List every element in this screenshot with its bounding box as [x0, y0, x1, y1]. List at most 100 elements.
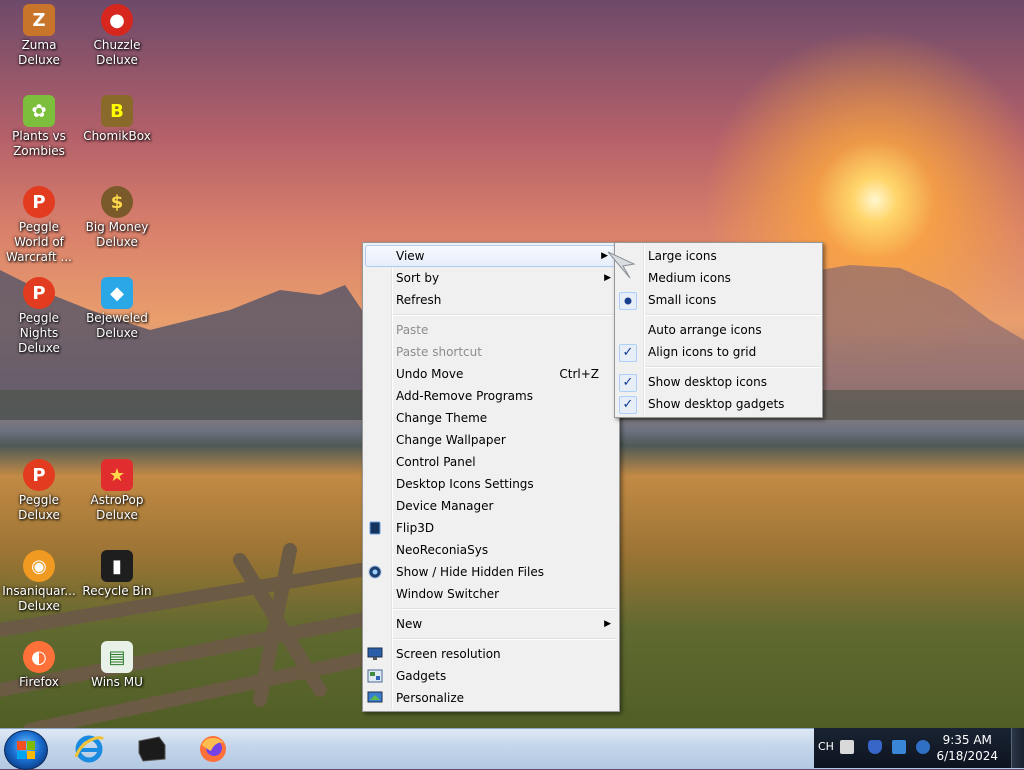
show-desktop-button[interactable]	[1011, 728, 1024, 768]
menu-item-flip3d-label: Flip3D	[396, 521, 435, 535]
clock-date: 6/18/2024	[936, 749, 998, 763]
desktop-icon[interactable]: ◉ Insaniquar... Deluxe	[0, 550, 78, 614]
peggle-icon: P	[23, 186, 55, 218]
desktop-icon-label: Zuma Deluxe	[18, 38, 60, 67]
menu-separator	[393, 608, 617, 610]
menu-item-refresh[interactable]: Refresh	[363, 289, 619, 311]
security-shield-icon[interactable]	[868, 740, 882, 754]
taskbar-firefox[interactable]	[192, 731, 234, 767]
menu-item-view-label: View	[396, 249, 425, 263]
menu-item-paste-shortcut: Paste shortcut	[363, 341, 619, 363]
menu-item-screen-resolution[interactable]: Screen resolution	[363, 643, 619, 665]
gadgets-icon	[367, 668, 383, 684]
menu-item-undo-move-label: Undo Move	[396, 367, 464, 381]
desktop-icon[interactable]: ◐ Firefox	[0, 641, 78, 690]
submenu-arrow-icon: ▶	[604, 619, 611, 629]
desktop-icon-label: Big Money Deluxe	[85, 220, 149, 249]
menu-item-show-hide-hidden-files[interactable]: Show / Hide Hidden Files	[363, 561, 619, 583]
document-icon: ▤	[101, 641, 133, 673]
menu-item-neoreconiasys[interactable]: NeoReconiaSys	[363, 539, 619, 561]
medium-icons-label: Medium icons	[648, 271, 731, 285]
menu-item-gadgets[interactable]: Gadgets	[363, 665, 619, 687]
network-icon[interactable]	[892, 740, 906, 754]
desktop-icon[interactable]: ★ AstroPop Deluxe	[78, 459, 156, 523]
submenu-item-medium-icons[interactable]: Medium icons	[615, 267, 822, 289]
internet-explorer-icon	[74, 735, 105, 763]
menu-item-screen-resolution-label: Screen resolution	[396, 647, 501, 661]
menu-item-view[interactable]: View ▶	[365, 245, 617, 267]
taskbar-internet-explorer[interactable]	[68, 731, 110, 767]
submenu-item-auto-arrange[interactable]: Auto arrange icons	[615, 319, 822, 341]
desktop-icon-label: Insaniquar... Deluxe	[2, 584, 76, 613]
desktop-icon[interactable]: B ChomikBox	[78, 95, 156, 144]
checkmark-icon: ✓	[619, 344, 637, 362]
desktop-icon-label: Bejeweled Deluxe	[86, 311, 148, 340]
menu-item-window-switcher[interactable]: Window Switcher	[363, 583, 619, 605]
checkmark-icon: ✓	[619, 374, 637, 392]
menu-item-undo-move[interactable]: Undo Move Ctrl+Z	[363, 363, 619, 385]
menu-item-change-wallpaper-label: Change Wallpaper	[396, 433, 506, 447]
menu-item-refresh-label: Refresh	[396, 293, 442, 307]
keyboard-icon[interactable]	[840, 740, 854, 754]
language-indicator[interactable]: CH	[818, 740, 834, 753]
desktop-icon-label: Peggle World of Warcraft ...	[6, 220, 72, 264]
clock[interactable]: 9:35 AM 6/18/2024	[936, 732, 998, 764]
menu-item-new[interactable]: New ▶	[363, 613, 619, 635]
large-icons-label: Large icons	[648, 249, 717, 263]
desktop-icon[interactable]: ● Chuzzle Deluxe	[78, 4, 156, 68]
desktop-icon[interactable]: P Peggle Nights Deluxe	[0, 277, 78, 356]
menu-item-sort-by-label: Sort by	[396, 271, 440, 285]
menu-item-new-label: New	[396, 617, 423, 631]
clock-time: 9:35 AM	[942, 733, 992, 747]
desktop-context-menu: View ▶ Sort by ▶ Refresh Paste Paste sho…	[362, 242, 620, 712]
auto-arrange-label: Auto arrange icons	[648, 323, 762, 337]
menu-item-control-panel[interactable]: Control Panel	[363, 451, 619, 473]
hidden-files-icon	[367, 564, 383, 580]
menu-item-desktop-icons-settings-label: Desktop Icons Settings	[396, 477, 534, 491]
desktop-icon-label: AstroPop Deluxe	[90, 493, 144, 522]
menu-item-change-wallpaper[interactable]: Change Wallpaper	[363, 429, 619, 451]
desktop-icon[interactable]: ▤ Wins MU	[78, 641, 156, 690]
desktop-icon[interactable]: P Peggle Deluxe	[0, 459, 78, 523]
menu-item-add-remove-label: Add-Remove Programs	[396, 389, 533, 403]
menu-item-desktop-icons-settings[interactable]: Desktop Icons Settings	[363, 473, 619, 495]
volume-icon[interactable]	[916, 740, 930, 754]
menu-item-add-remove-programs[interactable]: Add-Remove Programs	[363, 385, 619, 407]
desktop-icon-label: Wins MU	[91, 675, 143, 689]
peggle-icon: P	[23, 459, 55, 491]
menu-item-sort-by[interactable]: Sort by ▶	[363, 267, 619, 289]
menu-item-flip3d[interactable]: Flip3D	[363, 517, 619, 539]
undo-shortcut-text: Ctrl+Z	[559, 367, 599, 381]
desktop-icon[interactable]: ✿ Plants vs Zombies	[0, 95, 78, 159]
desktop-icon-label: Plants vs Zombies	[12, 129, 66, 158]
desktop-icon[interactable]: $ Big Money Deluxe	[78, 186, 156, 250]
desktop-icon[interactable]: ◆ Bejeweled Deluxe	[78, 277, 156, 341]
start-button[interactable]	[4, 730, 48, 770]
menu-item-change-theme[interactable]: Change Theme	[363, 407, 619, 429]
checkmark-icon: ✓	[619, 396, 637, 414]
desktop-icon[interactable]: Z Zuma Deluxe	[0, 4, 78, 68]
submenu-item-show-desktop-icons[interactable]: ✓ Show desktop icons	[615, 371, 822, 393]
desktop-icon-label: ChomikBox	[83, 129, 151, 143]
submenu-item-small-icons[interactable]: Small icons	[615, 289, 822, 311]
personalize-icon	[367, 690, 383, 706]
desktop-icon-label: Firefox	[19, 675, 59, 689]
zuma-icon: Z	[23, 4, 55, 36]
menu-item-personalize[interactable]: Personalize	[363, 687, 619, 709]
show-desktop-gadgets-label: Show desktop gadgets	[648, 397, 785, 411]
menu-item-show-hide-label: Show / Hide Hidden Files	[396, 565, 544, 579]
submenu-item-show-desktop-gadgets[interactable]: ✓ Show desktop gadgets	[615, 393, 822, 415]
mouse-cursor-icon	[607, 251, 636, 279]
submenu-item-align-to-grid[interactable]: ✓ Align icons to grid	[615, 341, 822, 363]
desktop-icon-label: Peggle Nights Deluxe	[18, 311, 60, 355]
chuzzle-icon: ●	[101, 4, 133, 36]
menu-item-paste-shortcut-label: Paste shortcut	[396, 345, 482, 359]
desktop-icon-label: Recycle Bin	[82, 584, 152, 598]
system-tray: CH 9:35 AM 6/18/2024	[814, 728, 1024, 768]
desktop-icon[interactable]: ▮ Recycle Bin	[78, 550, 156, 599]
menu-separator	[393, 638, 617, 640]
submenu-item-large-icons[interactable]: Large icons	[615, 245, 822, 267]
taskbar-terminal[interactable]	[130, 731, 172, 767]
menu-item-device-manager[interactable]: Device Manager	[363, 495, 619, 517]
desktop-icon[interactable]: P Peggle World of Warcraft ...	[0, 186, 78, 265]
